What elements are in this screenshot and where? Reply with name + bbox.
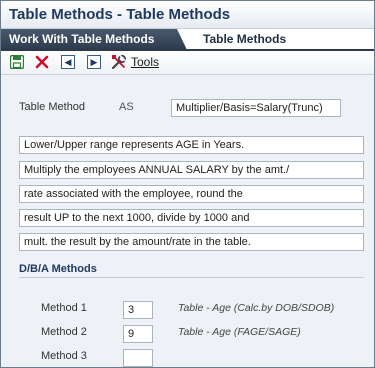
method-2-description: Table - Age (FAGE/SAGE) [178, 326, 301, 338]
method-1-label: Method 1 [41, 302, 87, 314]
table-method-code: AS [119, 101, 134, 113]
toolbar: ◀ ▶ Tools [1, 51, 374, 75]
tab-work-with-table-methods[interactable]: Work With Table Methods [1, 29, 187, 50]
method-3-label: Method 3 [41, 350, 87, 362]
method-2-label: Method 2 [41, 326, 87, 338]
table-method-description-field[interactable]: Multiplier/Basis=Salary(Trunc) [171, 99, 341, 117]
tab-label: Work With Table Methods [9, 32, 155, 46]
app-window: Table Methods - Table Methods Work With … [0, 0, 375, 368]
window-title: Table Methods - Table Methods [9, 6, 231, 23]
previous-icon: ◀ [61, 55, 75, 69]
section-divider [19, 277, 364, 278]
method-1-field[interactable]: 3 [123, 301, 153, 319]
description-line-3[interactable]: rate associated with the employee, round… [19, 185, 364, 203]
tab-table-methods[interactable]: Table Methods [187, 29, 374, 50]
close-button[interactable] [34, 54, 50, 70]
method-3-field[interactable] [123, 349, 153, 367]
save-button[interactable] [9, 54, 25, 70]
next-icon: ▶ [87, 55, 101, 69]
method-1-description: Table - Age (Calc.by DOB/SDOB) [178, 302, 335, 314]
method-2-field[interactable]: 9 [123, 325, 153, 343]
description-line-4[interactable]: result UP to the next 1000, divide by 10… [19, 209, 364, 227]
tab-strip: Work With Table Methods Table Methods [1, 29, 374, 50]
tools-button[interactable]: Tools [111, 54, 171, 70]
tools-icon [111, 54, 127, 70]
save-icon [10, 55, 24, 69]
tab-label: Table Methods [203, 32, 287, 46]
close-icon [35, 55, 49, 69]
title-bar: Table Methods - Table Methods [1, 1, 374, 29]
form-area: Table Method AS Multiplier/Basis=Salary(… [1, 76, 374, 367]
tools-label: Tools [131, 55, 160, 69]
description-line-5[interactable]: mult. the result by the amount/rate in t… [19, 233, 364, 251]
previous-button[interactable]: ◀ [60, 54, 76, 70]
description-line-2[interactable]: Multiply the employees ANNUAL SALARY by … [19, 161, 364, 179]
table-method-label: Table Method [19, 101, 86, 113]
next-button[interactable]: ▶ [86, 54, 102, 70]
description-line-1[interactable]: Lower/Upper range represents AGE in Year… [19, 136, 364, 154]
dba-methods-heading: D/B/A Methods [19, 263, 97, 275]
